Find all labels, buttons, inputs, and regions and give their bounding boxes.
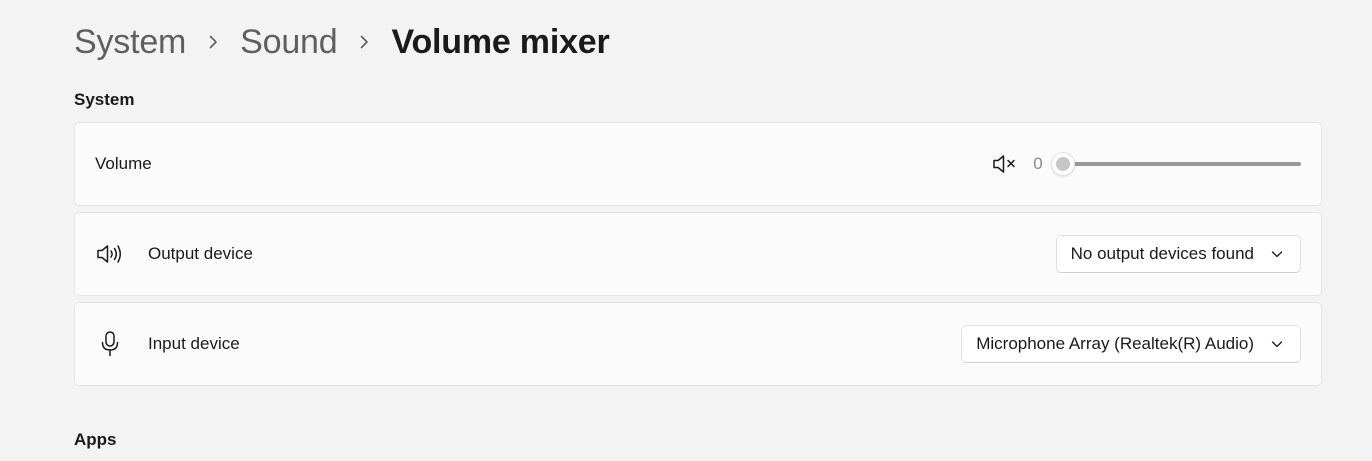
breadcrumb-sound[interactable]: Sound: [240, 23, 338, 62]
output-device-label: Output device: [148, 244, 253, 263]
volume-controls: 0: [991, 149, 1301, 179]
chevron-right-icon: [337, 35, 391, 49]
output-device-card: Output device No output devices found: [74, 212, 1322, 296]
speaker-muted-icon[interactable]: [991, 150, 1019, 178]
output-device-selected: No output devices found: [1070, 244, 1254, 263]
section-title-apps: Apps: [74, 430, 117, 449]
output-device-dropdown[interactable]: No output devices found: [1055, 235, 1301, 273]
chevron-down-icon: [1270, 337, 1284, 351]
volume-slider[interactable]: [1051, 152, 1301, 176]
input-device-selected: Microphone Array (Realtek(R) Audio): [976, 334, 1254, 353]
section-title-system: System: [74, 90, 135, 109]
page-title: Volume mixer: [391, 22, 610, 61]
breadcrumb-system[interactable]: System: [74, 23, 186, 62]
chevron-right-icon: [186, 35, 240, 49]
chevron-down-icon: [1270, 247, 1284, 261]
breadcrumb: System Sound Volume mixer: [74, 18, 610, 66]
input-device-label: Input device: [148, 334, 240, 353]
microphone-icon: [95, 329, 125, 359]
slider-track: [1063, 162, 1301, 166]
slider-thumb[interactable]: [1051, 152, 1075, 176]
volume-value: 0: [1033, 154, 1043, 173]
volume-mixer-page: System Sound Volume mixer System Volume …: [0, 0, 1372, 461]
speaker-icon: [95, 239, 125, 269]
input-device-dropdown[interactable]: Microphone Array (Realtek(R) Audio): [961, 325, 1301, 363]
volume-card: Volume 0: [74, 122, 1322, 206]
volume-label: Volume: [95, 154, 152, 173]
input-device-card: Input device Microphone Array (Realtek(R…: [74, 302, 1322, 386]
